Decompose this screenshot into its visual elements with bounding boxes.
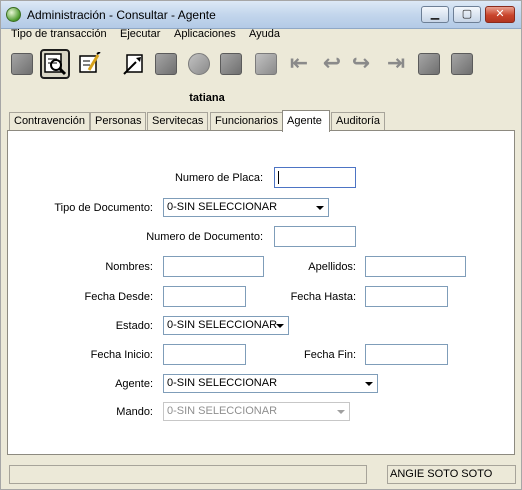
app-logo-icon	[6, 7, 21, 22]
first-icon: ⇤	[289, 51, 309, 76]
tab-funcionarios[interactable]: Funcionarios	[210, 112, 283, 131]
nombres-input[interactable]	[163, 256, 264, 277]
menu-bar: Tipo de transacción Ejecutar Aplicacione…	[1, 29, 521, 47]
report-icon	[123, 54, 143, 75]
application-window: Administración - Consultar - Agente ▁ ▢ …	[0, 0, 522, 490]
select-value: 0-SIN SELECCIONAR	[167, 405, 278, 417]
select-value: 0-SIN SELECCIONAR	[167, 377, 278, 389]
fecha-fin-label: Fecha Fin:	[304, 349, 356, 361]
delete-button[interactable]	[184, 49, 214, 79]
status-bar-message	[9, 465, 367, 484]
tab-label: Contravención	[14, 115, 85, 127]
fecha-fin-input[interactable]	[365, 344, 448, 365]
menu-label: Ayuda	[249, 28, 280, 40]
copy-icon	[255, 53, 277, 75]
save-button[interactable]	[151, 49, 181, 79]
menu-label: Ejecutar	[120, 28, 161, 40]
tab-servitecas[interactable]: Servitecas	[147, 112, 209, 131]
tab-label: Agente	[287, 115, 322, 127]
fecha-desde-input[interactable]	[163, 286, 246, 307]
fecha-inicio-label: Fecha Inicio:	[90, 349, 153, 361]
edit-button[interactable]	[74, 49, 104, 79]
tab-label: Funcionarios	[215, 115, 278, 127]
apellidos-label: Apellidos:	[308, 261, 356, 273]
fecha-inicio-input[interactable]	[163, 344, 246, 365]
menu-aplicaciones[interactable]: Aplicaciones	[174, 29, 236, 47]
numero-documento-label: Numero de Documento:	[146, 231, 263, 243]
edit-icon	[79, 52, 101, 73]
menu-label: Tipo de transacción	[11, 28, 107, 40]
tab-auditoria[interactable]: Auditoría	[331, 112, 386, 131]
window-title: Administración - Consultar - Agente	[27, 8, 216, 22]
chevron-down-icon	[337, 410, 345, 414]
select-value: 0-SIN SELECCIONAR	[167, 201, 278, 213]
numero-documento-input[interactable]	[274, 226, 356, 247]
list-button[interactable]	[447, 49, 477, 79]
select-value: 0-SIN SELECCIONAR	[167, 319, 278, 331]
tab-personas[interactable]: Personas	[90, 112, 147, 131]
agente-label: Agente:	[115, 378, 153, 390]
add-button[interactable]	[7, 49, 37, 79]
nombres-label: Nombres:	[105, 261, 153, 273]
tab-label: Servitecas	[152, 115, 204, 127]
estado-label: Estado:	[115, 320, 153, 332]
toolbar: ⇤ ↩ ↪ ⇥	[1, 47, 521, 81]
tipo-documento-label: Tipo de Documento:	[54, 202, 153, 214]
close-button[interactable]: ✕	[485, 6, 515, 23]
current-user-label: tatiana	[189, 92, 225, 104]
menu-label: Aplicaciones	[174, 28, 236, 40]
list-icon	[451, 53, 473, 75]
fecha-desde-label: Fecha Desde:	[84, 291, 153, 303]
numero-placa-input[interactable]	[274, 167, 356, 188]
copy-button[interactable]	[251, 49, 281, 79]
next-record-button[interactable]: ↪	[346, 49, 376, 79]
minimize-button[interactable]: ▁	[421, 6, 449, 23]
report-button[interactable]	[119, 49, 149, 79]
fecha-hasta-input[interactable]	[365, 286, 448, 307]
previous-icon: ↩	[322, 51, 342, 76]
first-record-button[interactable]: ⇤	[284, 49, 314, 79]
mando-label: Mando:	[116, 406, 153, 418]
chevron-down-icon	[365, 382, 373, 386]
text-caret	[278, 171, 279, 184]
tab-label: Personas	[95, 115, 142, 127]
menu-ejecutar[interactable]: Ejecutar	[120, 29, 160, 47]
print-icon	[220, 53, 242, 75]
menu-ayuda[interactable]: Ayuda	[249, 29, 280, 47]
tab-contravencion[interactable]: Contravención	[9, 112, 90, 131]
delete-icon	[188, 53, 210, 75]
query-button[interactable]	[40, 49, 70, 79]
estado-select[interactable]: 0-SIN SELECCIONAR	[163, 316, 289, 335]
save-icon	[155, 53, 177, 75]
maximize-button[interactable]: ▢	[453, 6, 481, 23]
menu-tipo-transaccion[interactable]: Tipo de transacción	[11, 29, 107, 47]
mando-select: 0-SIN SELECCIONAR	[163, 402, 350, 421]
attach-button[interactable]	[414, 49, 444, 79]
status-bar-user: ANGIE SOTO SOTO	[387, 465, 516, 484]
last-icon: ⇥	[386, 51, 406, 76]
tab-label: Auditoría	[336, 115, 381, 127]
chevron-down-icon	[316, 206, 324, 210]
attach-icon	[418, 53, 440, 75]
apellidos-input[interactable]	[365, 256, 466, 277]
add-icon	[11, 53, 33, 75]
fecha-hasta-label: Fecha Hasta:	[290, 291, 356, 303]
previous-record-button[interactable]: ↩	[317, 49, 347, 79]
numero-placa-label: Numero de Placa:	[174, 172, 263, 184]
print-button[interactable]	[216, 49, 246, 79]
tab-agente[interactable]: Agente	[282, 110, 330, 132]
next-icon: ↪	[351, 51, 371, 76]
query-icon	[44, 53, 67, 76]
last-record-button[interactable]: ⇥	[381, 49, 411, 79]
title-bar[interactable]: Administración - Consultar - Agente ▁ ▢ …	[1, 1, 521, 29]
agente-select[interactable]: 0-SIN SELECCIONAR	[163, 374, 378, 393]
tipo-documento-select[interactable]: 0-SIN SELECCIONAR	[163, 198, 329, 217]
chevron-down-icon	[276, 324, 284, 328]
